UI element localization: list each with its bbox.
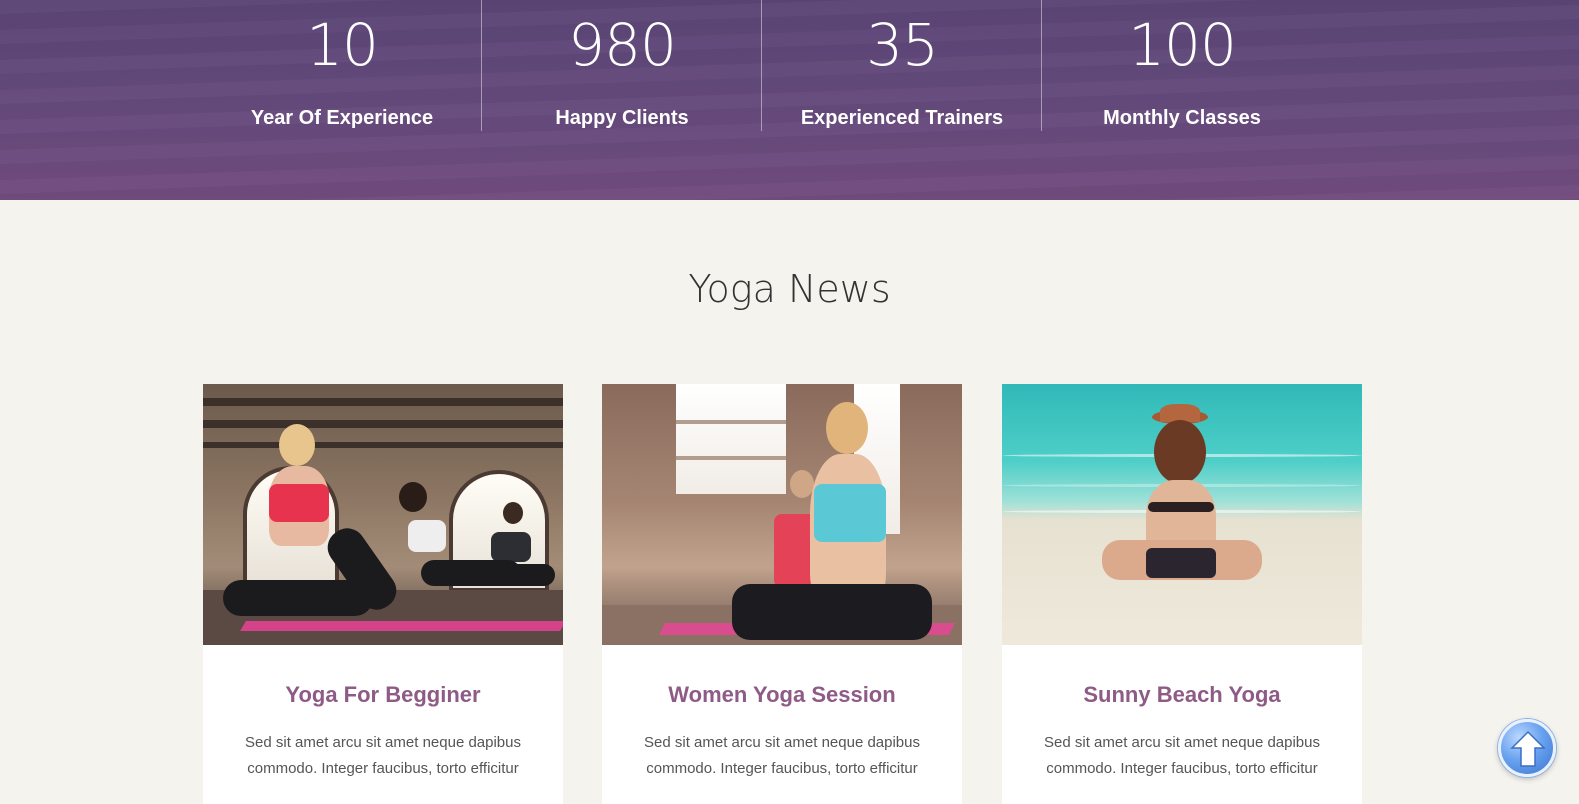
- yoga-studio-photo: [203, 384, 563, 645]
- meditation-photo: [602, 384, 962, 645]
- arrow-up-icon: [1510, 730, 1546, 767]
- stat-experienced-trainers: 35 Experienced Trainers: [762, 0, 1042, 200]
- news-card-beach-yoga[interactable]: Sunny Beach Yoga Sed sit amet arcu sit a…: [1002, 384, 1362, 804]
- stat-number: 10: [306, 11, 379, 79]
- stat-years-experience: 10 Year Of Experience: [202, 0, 482, 200]
- news-card-image[interactable]: [203, 384, 563, 645]
- stat-number: 100: [1128, 11, 1237, 79]
- stat-number: 980: [568, 11, 677, 79]
- stat-label: Happy Clients: [555, 107, 689, 129]
- stat-label: Experienced Trainers: [800, 107, 1004, 129]
- stat-label: Year Of Experience: [250, 107, 434, 129]
- news-card-title[interactable]: Yoga For Begginer: [203, 681, 563, 709]
- news-card-title[interactable]: Sunny Beach Yoga: [1002, 681, 1362, 709]
- stat-monthly-classes: 100 Monthly Classes: [1042, 0, 1322, 200]
- stat-number: 35: [866, 11, 939, 79]
- stat-happy-clients: 980 Happy Clients: [482, 0, 762, 200]
- news-card-women-yoga[interactable]: Women Yoga Session Sed sit amet arcu sit…: [602, 384, 962, 804]
- beach-photo: [1002, 384, 1362, 645]
- news-card-image[interactable]: [1002, 384, 1362, 645]
- news-card-yoga-beginner[interactable]: Yoga For Begginer Sed sit amet arcu sit …: [203, 384, 563, 804]
- news-card-text: Sed sit amet arcu sit amet neque dapibus…: [1044, 734, 1320, 777]
- news-card-title[interactable]: Women Yoga Session: [602, 681, 962, 709]
- news-card-text: Sed sit amet arcu sit amet neque dapibus…: [644, 734, 920, 777]
- news-card-image[interactable]: [602, 384, 962, 645]
- section-title: Yoga News: [688, 267, 891, 311]
- news-card-text: Sed sit amet arcu sit amet neque dapibus…: [245, 734, 521, 777]
- back-to-top-button[interactable]: [1498, 719, 1556, 777]
- stats-band: 10 Year Of Experience 980 Happy Clients …: [0, 0, 1579, 200]
- stat-label: Monthly Classes: [1103, 107, 1261, 129]
